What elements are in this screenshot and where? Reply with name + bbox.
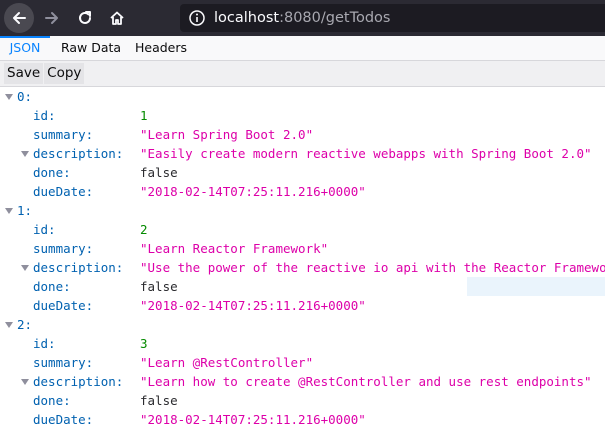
key-id: id: [33, 336, 56, 351]
value-id: 2 [140, 222, 148, 237]
expand-arrow-icon[interactable] [21, 379, 29, 385]
url-path: :8080/getTodos [279, 10, 391, 26]
tree-row[interactable]: id: 2 [0, 220, 605, 239]
array-index-key: 1: [17, 203, 33, 218]
tree-row[interactable]: summary: "Learn @RestController" [0, 353, 605, 372]
tree-row[interactable]: dueDate: "2018-02-14T07:25:11.216+0000" [0, 296, 605, 315]
json-toolbar: Save Copy [0, 61, 605, 87]
array-index-key: 2: [17, 317, 33, 332]
key-description: description: [33, 146, 124, 161]
value-duedate: "2018-02-14T07:25:11.216+0000" [140, 184, 366, 199]
tree-row[interactable]: description: "Learn how to create @RestC… [0, 372, 605, 391]
tree-row[interactable]: done: false [0, 391, 605, 410]
home-icon [110, 11, 124, 25]
save-button[interactable]: Save [4, 63, 44, 84]
tree-row-index[interactable]: 0: [0, 87, 605, 106]
home-button[interactable] [102, 3, 132, 33]
tree-row[interactable]: done: false [0, 163, 605, 182]
value-description: "Learn how to create @RestController and… [140, 374, 592, 389]
forward-button[interactable] [37, 3, 67, 33]
tree-row[interactable]: description: "Use the power of the react… [0, 258, 605, 277]
tree-row[interactable]: done: false [0, 277, 605, 296]
expand-arrow-icon[interactable] [21, 151, 29, 157]
key-done: done: [33, 279, 71, 294]
key-summary: summary: [33, 241, 94, 256]
value-summary: "Learn Spring Boot 2.0" [140, 127, 314, 142]
tree-row[interactable]: dueDate: "2018-02-14T07:25:11.216+0000" [0, 182, 605, 201]
tree-row[interactable]: summary: "Learn Spring Boot 2.0" [0, 125, 605, 144]
key-duedate: dueDate: [33, 298, 94, 313]
value-duedate: "2018-02-14T07:25:11.216+0000" [140, 298, 366, 313]
tab-raw-data[interactable]: Raw Data [58, 36, 124, 60]
back-button[interactable] [4, 3, 34, 33]
value-description: "Easily create modern reactive webapps w… [140, 146, 592, 161]
key-done: done: [33, 393, 71, 408]
reload-icon [79, 11, 91, 24]
info-icon[interactable] [188, 9, 206, 27]
url-bar[interactable]: localhost:8080/getTodos [180, 4, 605, 32]
tree-row[interactable]: summary: "Learn Reactor Framework" [0, 239, 605, 258]
tree-row[interactable]: dueDate: "2018-02-14T07:25:11.216+0000" [0, 410, 605, 429]
value-id: 3 [140, 336, 148, 351]
tab-json[interactable]: JSON [0, 36, 50, 60]
expand-arrow-icon[interactable] [5, 94, 13, 100]
copy-button[interactable]: Copy [44, 63, 85, 84]
key-done: done: [33, 165, 71, 180]
key-description: description: [33, 374, 124, 389]
key-description: description: [33, 260, 124, 275]
arrow-left-icon [13, 12, 26, 24]
viewer-tabs: JSON Raw Data Headers [0, 36, 605, 61]
key-id: id: [33, 222, 56, 237]
key-id: id: [33, 108, 56, 123]
value-id: 1 [140, 108, 148, 123]
tree-row[interactable]: id: 3 [0, 334, 605, 353]
tree-row-index[interactable]: 1: [0, 201, 605, 220]
value-done: false [140, 165, 178, 180]
value-done: false [140, 279, 178, 294]
key-summary: summary: [33, 127, 94, 142]
browser-toolbar: localhost:8080/getTodos [0, 0, 605, 36]
tab-headers[interactable]: Headers [132, 36, 190, 60]
reload-button[interactable] [70, 3, 100, 33]
value-duedate: "2018-02-14T07:25:11.216+0000" [140, 412, 366, 427]
arrow-right-icon [45, 12, 58, 24]
key-duedate: dueDate: [33, 184, 94, 199]
value-description: "Use the power of the reactive io api wi… [140, 260, 605, 275]
tree-row[interactable]: id: 1 [0, 106, 605, 125]
expand-arrow-icon[interactable] [5, 208, 13, 214]
key-duedate: dueDate: [33, 412, 94, 427]
array-index-key: 0: [17, 89, 33, 104]
url-host: localhost [214, 10, 280, 26]
tree-row-index[interactable]: 2: [0, 315, 605, 334]
expand-arrow-icon[interactable] [21, 265, 29, 271]
tree-row[interactable]: description: "Easily create modern react… [0, 144, 605, 163]
expand-arrow-icon[interactable] [5, 322, 13, 328]
value-summary: "Learn @RestController" [140, 355, 314, 370]
value-done: false [140, 393, 178, 408]
key-summary: summary: [33, 355, 94, 370]
value-summary: "Learn Reactor Framework" [140, 241, 329, 256]
